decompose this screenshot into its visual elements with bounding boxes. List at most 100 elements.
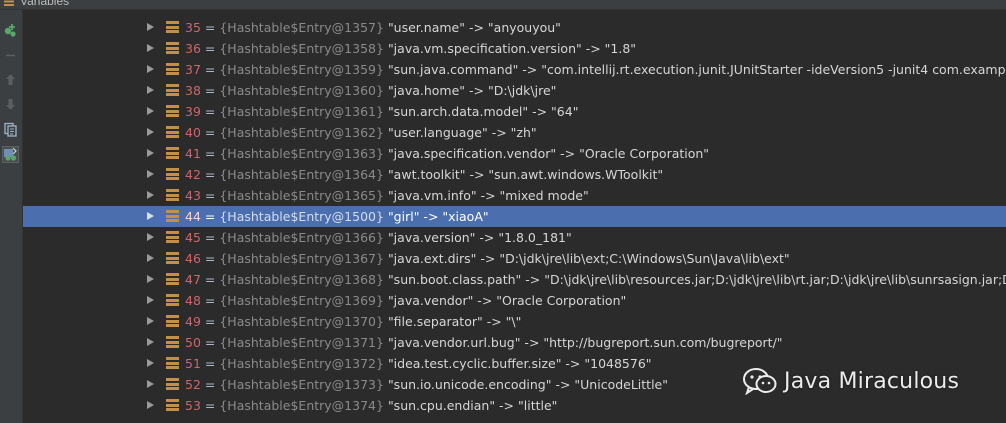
expand-chevron-icon[interactable] [147,23,154,31]
variable-row[interactable]: 46 = {Hashtable$Entry@1367} "java.ext.di… [23,248,1006,269]
variable-text: 35 = {Hashtable$Entry@1357} "user.name" … [185,19,561,36]
equals-sign: = [204,62,216,77]
key-value: "girl" -> "xiaoA" [387,209,489,224]
variable-text: 41 = {Hashtable$Entry@1363} "java.specif… [185,145,709,162]
object-reference: {Hashtable$Entry@1359} [219,62,384,77]
equals-sign: = [204,398,216,413]
variable-index: 50 [185,335,201,350]
equals-sign: = [204,293,216,308]
field-icon [166,357,179,369]
expand-chevron-icon[interactable] [147,401,154,409]
field-icon [166,21,179,33]
key-value: "java.home" -> "D:\jdk\jre" [387,83,557,98]
expand-chevron-icon[interactable] [147,254,154,262]
variable-text: 53 = {Hashtable$Entry@1374} "sun.cpu.end… [185,397,557,414]
variable-text: 51 = {Hashtable$Entry@1372} "idea.test.c… [185,355,652,372]
equals-sign: = [204,209,216,224]
variable-index: 45 [185,230,201,245]
variable-row[interactable]: 42 = {Hashtable$Entry@1364} "awt.toolkit… [23,164,1006,185]
key-value: "java.ext.dirs" -> "D:\jdk\jre\lib\ext;C… [387,251,790,266]
variable-row[interactable]: 41 = {Hashtable$Entry@1363} "java.specif… [23,143,1006,164]
variable-index: 38 [185,83,201,98]
variable-row[interactable]: 43 = {Hashtable$Entry@1365} "java.vm.inf… [23,185,1006,206]
equals-sign: = [204,356,216,371]
variable-text: 38 = {Hashtable$Entry@1360} "java.home" … [185,82,556,99]
watches-icon [4,147,17,161]
variable-text: 39 = {Hashtable$Entry@1361} "sun.arch.da… [185,103,578,120]
variable-row[interactable]: 38 = {Hashtable$Entry@1360} "java.home" … [23,80,1006,101]
variable-text: 42 = {Hashtable$Entry@1364} "awt.toolkit… [185,166,663,183]
key-value: "user.name" -> "anyouyou" [387,20,561,35]
variable-row[interactable]: 48 = {Hashtable$Entry@1369} "java.vendor… [23,290,1006,311]
object-reference: {Hashtable$Entry@1369} [219,293,384,308]
equals-sign: = [204,83,216,98]
variable-index: 35 [185,20,201,35]
variable-index: 41 [185,146,201,161]
expand-chevron-icon[interactable] [147,65,154,73]
object-reference: {Hashtable$Entry@1363} [219,146,384,161]
variable-row[interactable]: 44 = {Hashtable$Entry@1500} "girl" -> "x… [23,206,1006,227]
key-value: "java.vendor.url.bug" -> "http://bugrepo… [387,335,783,350]
field-icon [166,315,179,327]
variable-index: 37 [185,62,201,77]
expand-chevron-icon[interactable] [147,380,154,388]
field-icon [166,336,179,348]
expand-chevron-icon[interactable] [147,44,154,52]
expand-chevron-icon[interactable] [147,338,154,346]
equals-sign: = [204,377,216,392]
variable-row[interactable]: 53 = {Hashtable$Entry@1374} "sun.cpu.end… [23,395,1006,416]
variable-row[interactable]: 50 = {Hashtable$Entry@1371} "java.vendor… [23,332,1006,353]
key-value: "sun.arch.data.model" -> "64" [387,104,579,119]
variable-text: 36 = {Hashtable$Entry@1358} "java.vm.spe… [185,40,636,57]
expand-chevron-icon[interactable] [147,233,154,241]
expand-chevron-icon[interactable] [147,275,154,283]
variable-row[interactable]: 49 = {Hashtable$Entry@1370} "file.separa… [23,311,1006,332]
variable-text: 44 = {Hashtable$Entry@1500} "girl" -> "x… [185,208,489,225]
variable-row[interactable]: 47 = {Hashtable$Entry@1368} "sun.boot.cl… [23,269,1006,290]
key-value: "java.version" -> "1.8.0_181" [387,230,572,245]
variable-index: 40 [185,125,201,140]
field-icon [166,399,179,411]
remove-watch-button[interactable] [2,47,19,64]
watches-toggle-button[interactable] [2,146,19,163]
variable-text: 52 = {Hashtable$Entry@1373} "sun.io.unic… [185,376,668,393]
expand-chevron-icon[interactable] [147,359,154,367]
field-icon [166,273,179,285]
variable-row[interactable]: 45 = {Hashtable$Entry@1366} "java.versio… [23,227,1006,248]
move-up-button[interactable] [2,71,19,88]
expand-chevron-icon[interactable] [147,128,154,136]
expand-chevron-icon[interactable] [147,86,154,94]
variable-row[interactable]: 35 = {Hashtable$Entry@1357} "user.name" … [23,17,1006,38]
field-icon [166,84,179,96]
add-watch-button[interactable] [2,22,19,39]
key-value: "sun.java.command" -> "com.intellij.rt.e… [387,62,1006,77]
equals-sign: = [204,251,216,266]
equals-sign: = [204,188,216,203]
variable-index: 43 [185,188,201,203]
copy-button[interactable] [2,121,19,138]
variable-text: 48 = {Hashtable$Entry@1369} "java.vendor… [185,292,626,309]
object-reference: {Hashtable$Entry@1370} [219,314,384,329]
expand-chevron-icon[interactable] [147,317,154,325]
variable-row[interactable]: 36 = {Hashtable$Entry@1358} "java.vm.spe… [23,38,1006,59]
variables-tree: 35 = {Hashtable$Entry@1357} "user.name" … [23,10,1006,423]
variable-text: 45 = {Hashtable$Entry@1366} "java.versio… [185,229,572,246]
variable-index: 47 [185,272,201,287]
expand-chevron-icon[interactable] [147,212,154,220]
expand-chevron-icon[interactable] [147,170,154,178]
variable-row[interactable]: 39 = {Hashtable$Entry@1361} "sun.arch.da… [23,101,1006,122]
watermark-text: Java Miraculous [784,368,960,394]
object-reference: {Hashtable$Entry@1374} [219,398,384,413]
expand-chevron-icon[interactable] [147,149,154,157]
object-reference: {Hashtable$Entry@1367} [219,251,384,266]
variable-text: 49 = {Hashtable$Entry@1370} "file.separa… [185,313,521,330]
key-value: "sun.boot.class.path" -> "D:\jdk\jre\lib… [387,272,1006,287]
variable-row[interactable]: 40 = {Hashtable$Entry@1362} "user.langua… [23,122,1006,143]
arrow-down-icon [6,99,15,110]
equals-sign: = [204,125,216,140]
variable-row[interactable]: 37 = {Hashtable$Entry@1359} "sun.java.co… [23,59,1006,80]
expand-chevron-icon[interactable] [147,191,154,199]
move-down-button[interactable] [2,96,19,113]
expand-chevron-icon[interactable] [147,107,154,115]
expand-chevron-icon[interactable] [147,296,154,304]
